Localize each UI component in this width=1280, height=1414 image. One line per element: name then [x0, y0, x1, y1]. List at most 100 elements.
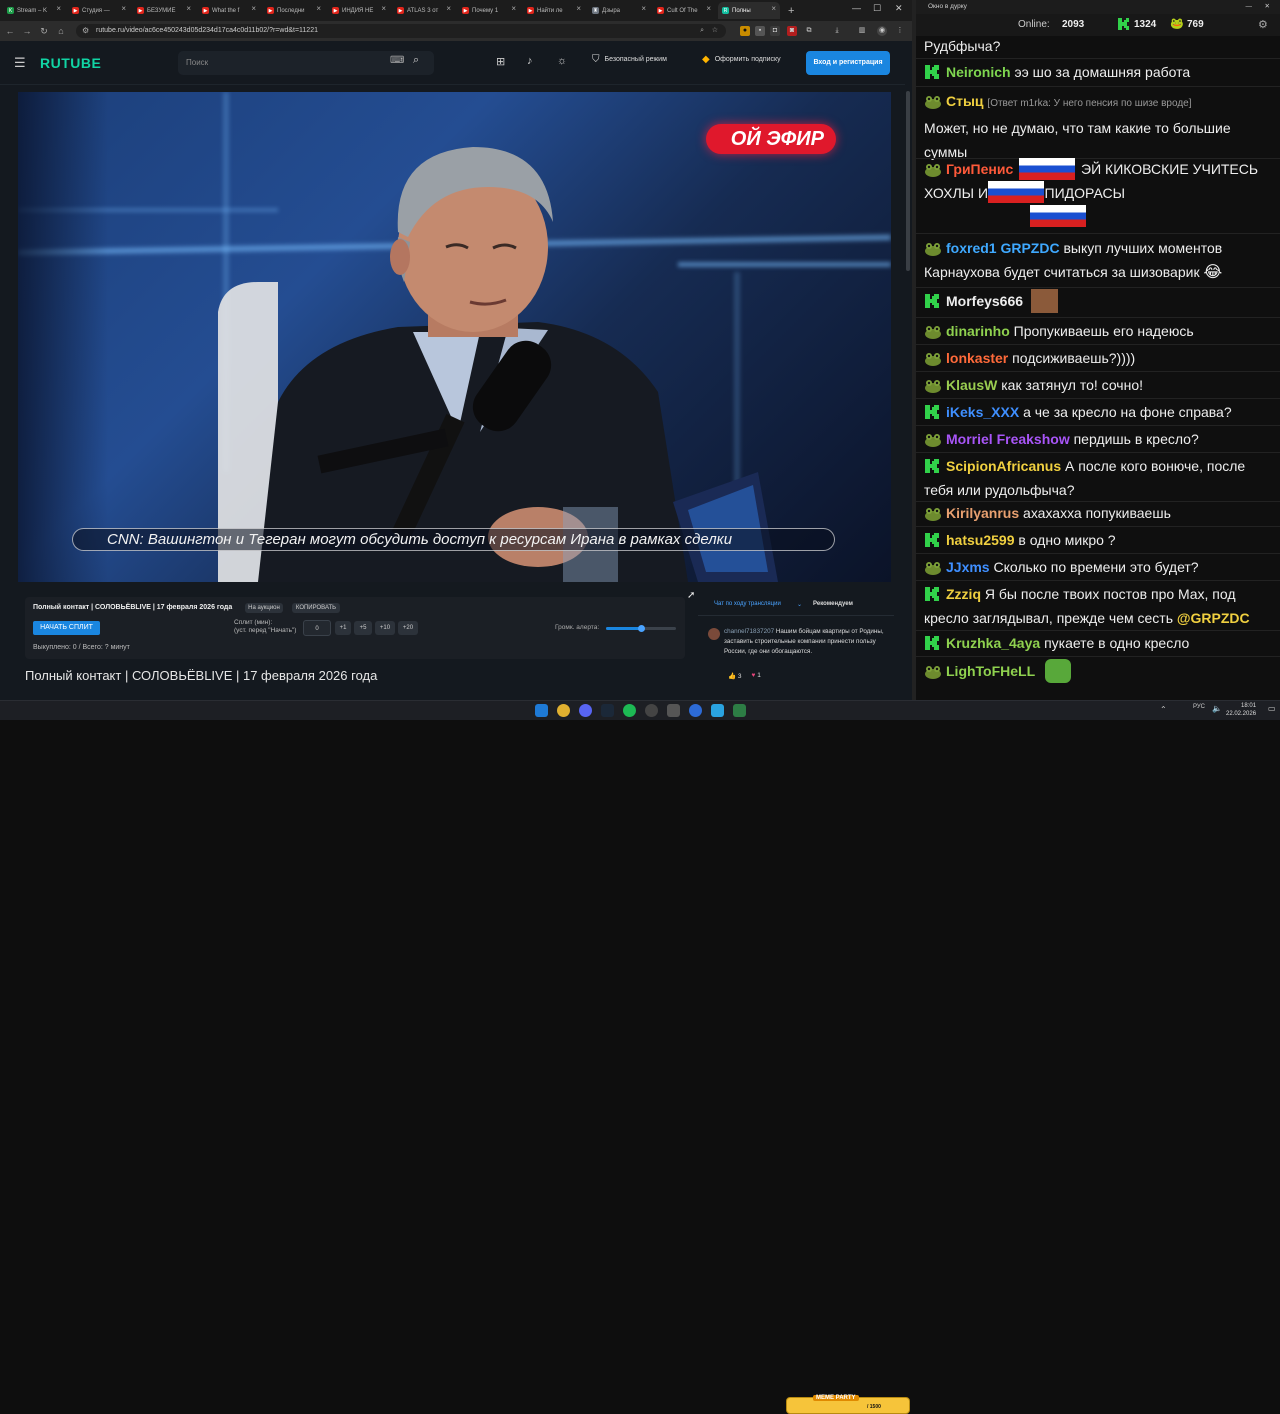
split-view-icon[interactable]: ▥ [857, 26, 867, 36]
username[interactable]: Стыц [946, 93, 984, 109]
username[interactable]: Kruzhka_4aya [946, 635, 1040, 651]
browser-tab[interactable]: R Полны × [718, 2, 780, 19]
browser-tab[interactable]: ▶ Найти ле × [523, 2, 585, 19]
plus5-button[interactable]: +5 [354, 621, 372, 635]
media-player-icon[interactable] [689, 704, 702, 717]
browser-tab[interactable]: ▶ Последни × [263, 2, 325, 19]
site-info-icon[interactable]: ⚙ [82, 24, 89, 38]
subscribe-button[interactable]: ◆ Оформить подписку [702, 54, 781, 65]
maximize-icon[interactable]: ☐ [873, 3, 881, 14]
auction-button[interactable]: На аукцион [245, 603, 283, 613]
username[interactable]: KlausW [946, 377, 997, 393]
plus10-button[interactable]: +10 [375, 621, 395, 635]
tab-close-icon[interactable]: × [576, 4, 581, 13]
tab-close-icon[interactable]: × [771, 4, 776, 13]
username[interactable]: Neironich [946, 64, 1011, 80]
login-button[interactable]: Вход и регистрация [806, 51, 890, 75]
tab-close-icon[interactable]: × [121, 4, 126, 13]
copy-button[interactable]: КОПИРОВАТЬ [292, 603, 340, 613]
bookmark-star-icon[interactable]: ☆ [712, 24, 718, 38]
extension-icon-3[interactable]: ◘ [770, 26, 780, 36]
keyboard-icon[interactable]: ⌨ [390, 55, 404, 66]
start-icon[interactable] [535, 704, 548, 717]
spotify-icon[interactable] [623, 704, 636, 717]
plus20-button[interactable]: +20 [398, 621, 418, 635]
tab-close-icon[interactable]: × [446, 4, 451, 13]
reaction-thumb[interactable]: 👍 3 [728, 672, 742, 680]
browser-tab[interactable]: ▶ ATLAS 3 от × [393, 2, 455, 19]
browser-tab[interactable]: ▶ Студия — × [68, 2, 130, 19]
close-window-icon[interactable]: ✕ [895, 3, 903, 14]
theme-sun-icon[interactable]: ☼ [557, 55, 567, 67]
browser-tab[interactable]: ▶ Cult Of The × [653, 2, 715, 19]
username[interactable]: iKeks_XXX [946, 404, 1019, 420]
video-player[interactable]: ОЙ ЭФИР CNN: Вашингтон и Тегеран могут о… [18, 92, 891, 582]
slider-knob[interactable] [638, 625, 645, 632]
clock[interactable]: 18:01 22.02.2026 [1226, 702, 1256, 718]
scroll-thumb[interactable] [906, 91, 910, 271]
username[interactable]: LighToFHeLL [946, 663, 1035, 679]
browser-tab[interactable]: K Stream – K × [3, 2, 65, 19]
download-icon[interactable]: ⤓ [832, 26, 842, 36]
browser-tab[interactable]: ▶ ИНДИЯ НЕ × [328, 2, 390, 19]
username[interactable]: Morfeys666 [946, 293, 1023, 309]
minimize-icon[interactable]: — [1246, 0, 1253, 14]
mention[interactable]: @GRPZDC [1177, 610, 1250, 626]
tab-close-icon[interactable]: × [186, 4, 191, 13]
tab-close-icon[interactable]: × [706, 4, 711, 13]
browser-tab[interactable]: ▶ What the f × [198, 2, 260, 19]
tab-close-icon[interactable]: × [511, 4, 516, 13]
reaction-heart[interactable]: ♥ 1 [752, 672, 761, 680]
steam-icon[interactable] [601, 704, 614, 717]
username[interactable]: Zzziq [946, 586, 981, 602]
page-scrollbar[interactable] [905, 41, 912, 700]
username[interactable]: lonkaster [946, 350, 1008, 366]
username[interactable]: Morriel Freakshow [946, 431, 1070, 447]
speaker-icon[interactable]: 🔈 [1212, 704, 1222, 713]
chevron-down-icon[interactable]: ⌄ [797, 601, 802, 608]
meme-party-widget[interactable]: MEME PARTY / 1500 [786, 1395, 910, 1414]
reload-icon[interactable]: ↻ [37, 26, 51, 37]
tab-close-icon[interactable]: × [316, 4, 321, 13]
tab-close-icon[interactable]: × [381, 4, 386, 13]
username[interactable]: ГриПенис [946, 161, 1013, 177]
tray-arrow-icon[interactable]: ⌃ [1160, 705, 1167, 714]
back-icon[interactable]: ← [3, 26, 17, 36]
safe-mode-button[interactable]: ⛉ Безопасный режим [592, 54, 667, 65]
tab-close-icon[interactable]: × [56, 4, 61, 13]
browser-tab[interactable]: ▶ Почему 1 × [458, 2, 520, 19]
username[interactable]: dinarinho [946, 323, 1010, 339]
excel-icon[interactable] [733, 704, 746, 717]
close-icon[interactable]: ✕ [1265, 0, 1270, 14]
settings-gear-icon[interactable]: ⚙ [1258, 18, 1268, 31]
discord-icon[interactable] [579, 704, 592, 717]
extension-icon-2[interactable]: ▪ [755, 26, 765, 36]
forward-icon[interactable]: → [20, 26, 34, 36]
home-icon[interactable]: ⌂ [54, 26, 68, 36]
split-minutes-input[interactable]: 0 [303, 620, 331, 636]
extension-icon-1[interactable]: ● [740, 26, 750, 36]
tab-close-icon[interactable]: × [251, 4, 256, 13]
language-indicator[interactable]: РУС [1193, 704, 1205, 710]
new-tab-icon[interactable]: + [788, 5, 794, 17]
tab-chat[interactable]: Чат по ходу трансляции [714, 601, 781, 607]
menu-dots-icon[interactable]: ⋮ [895, 26, 905, 36]
plus1-button[interactable]: +1 [335, 621, 351, 635]
obs-icon[interactable] [645, 704, 658, 717]
username[interactable]: Kirilyanrus [946, 505, 1019, 521]
hamburger-menu-icon[interactable]: ☰ [14, 55, 26, 71]
browser-tab[interactable]: ▶ БЕЗУМИЕ × [133, 2, 195, 19]
tab-recommended[interactable]: Рекомендуем [813, 601, 853, 607]
bell-icon[interactable]: ♪ [527, 55, 533, 67]
username[interactable]: ScipionAfricanus [946, 458, 1061, 474]
rutube-logo[interactable]: RUTUBE [40, 55, 101, 71]
add-video-icon[interactable]: ⊞ [496, 55, 505, 68]
username[interactable]: foxred1 [946, 240, 997, 256]
url-field[interactable]: ⚙ rutube.ru/video/ac6ce450243d05d234d17c… [76, 24, 726, 38]
mention[interactable]: GRPZDC [1000, 240, 1059, 256]
minimize-icon[interactable]: — [852, 3, 861, 13]
zoom-icon[interactable]: ⌕ [700, 24, 704, 38]
extension-icon-4[interactable]: ◙ [787, 26, 797, 36]
start-split-button[interactable]: НАЧАТЬ СПЛИТ [33, 621, 100, 635]
chrome-icon[interactable] [557, 704, 570, 717]
